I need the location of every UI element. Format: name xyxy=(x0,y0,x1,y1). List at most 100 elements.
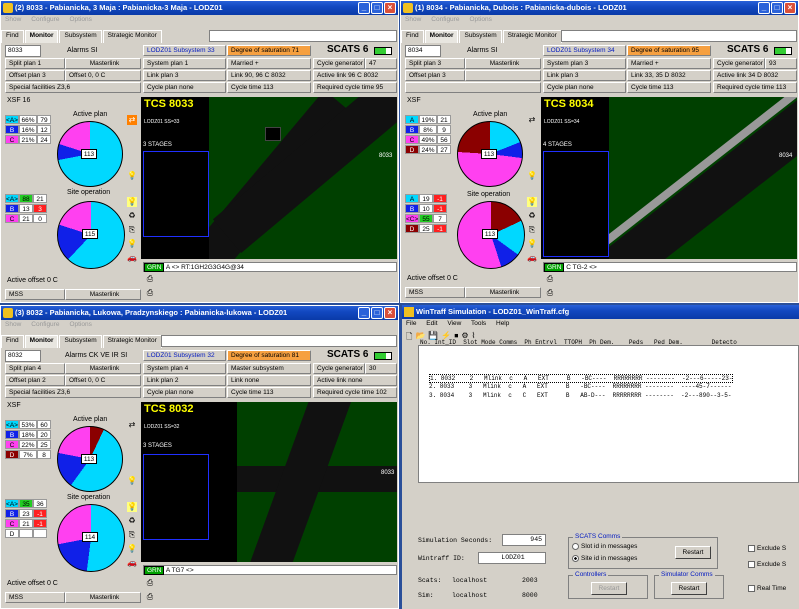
masterlink2[interactable]: Masterlink xyxy=(65,592,141,603)
maximize-button[interactable]: □ xyxy=(371,2,383,14)
menu-show[interactable]: Show xyxy=(5,321,21,328)
checkbox-icon[interactable] xyxy=(748,545,755,552)
restart-button[interactable]: Restart xyxy=(591,582,627,595)
copy-icon[interactable]: ⎘ xyxy=(527,225,537,235)
toggle-icon[interactable]: ⇄ xyxy=(127,115,137,125)
site-combo[interactable] xyxy=(561,30,797,42)
tab-find[interactable]: Find xyxy=(401,30,424,43)
site-select[interactable]: 8032 xyxy=(5,350,41,362)
copy-icon[interactable]: ⎘ xyxy=(127,530,137,540)
tab-strategic[interactable]: Strategic Monitor xyxy=(502,30,562,43)
list-row[interactable]: 1. 8032 2 Mlink c A EXT B -BC---- RRRRRR… xyxy=(429,374,734,383)
radio-icon[interactable] xyxy=(572,555,579,562)
close-button[interactable]: × xyxy=(384,2,396,14)
realtime-check[interactable]: Real Time xyxy=(748,585,786,592)
bulb-icon[interactable]: 💡 xyxy=(527,239,537,249)
site-select[interactable]: 8034 xyxy=(405,45,441,57)
menu-show[interactable]: Show xyxy=(5,16,21,23)
new-icon[interactable]: 🗋 xyxy=(406,331,412,343)
radio-icon[interactable] xyxy=(572,543,579,550)
car-icon[interactable]: 🚗 xyxy=(127,253,137,263)
minimize-button[interactable]: _ xyxy=(758,2,770,14)
site-combo[interactable] xyxy=(209,30,397,42)
tcs-title: TCS 8032 xyxy=(144,403,194,415)
tab-find[interactable]: Find xyxy=(1,335,24,348)
recycle-icon[interactable]: ♻ xyxy=(127,211,137,221)
menu-tools[interactable]: Tools xyxy=(471,320,486,327)
offset-plan: Offset plan 2 xyxy=(5,375,65,386)
menu-configure[interactable]: Configure xyxy=(431,16,459,23)
print-icon[interactable]: ⎙ xyxy=(545,288,555,298)
bulb-icon[interactable]: 💡 xyxy=(127,197,137,207)
print-icon[interactable]: ⎙ xyxy=(145,288,155,298)
tab-subsystem[interactable]: Subsystem xyxy=(59,30,102,43)
checkbox-icon[interactable] xyxy=(748,585,755,592)
restart-button[interactable]: Restart xyxy=(675,546,711,559)
intersection-list[interactable]: 1. 8032 2 Mlink c A EXT B -BC---- RRRRRR… xyxy=(418,345,799,483)
minimize-button[interactable]: _ xyxy=(358,307,370,319)
bulb-icon[interactable]: 💡 xyxy=(127,544,137,554)
site-id-option[interactable]: Site id in messages xyxy=(572,555,637,562)
close-button[interactable]: × xyxy=(384,307,396,319)
bulb-icon[interactable]: 💡 xyxy=(127,239,137,249)
list-row[interactable]: 2. 8033 3 Mlink c A EXT B -BC---- RRRRRR… xyxy=(429,383,731,390)
menu-options[interactable]: Options xyxy=(69,321,91,328)
masterlink-btn[interactable]: Masterlink xyxy=(65,363,141,374)
masterlink2[interactable]: Masterlink xyxy=(465,287,541,298)
list-row[interactable]: 3. 8034 3 Mlink c C EXT B AB-D--- RRRRRR… xyxy=(429,392,731,399)
slot-id-option[interactable]: Slot id in messages xyxy=(572,543,637,550)
toggle-icon[interactable]: ⇄ xyxy=(527,115,537,125)
tab-subsystem[interactable]: Subsystem xyxy=(459,30,502,43)
mss-btn[interactable]: MSS xyxy=(5,289,65,300)
sim-seconds-field[interactable]: 945 xyxy=(502,534,546,546)
wintraff-field[interactable]: LODZ01 xyxy=(478,552,546,564)
print-icon[interactable]: ⎙ xyxy=(545,274,555,284)
menu-options[interactable]: Options xyxy=(469,16,491,23)
bulb-icon[interactable]: 💡 xyxy=(527,171,537,181)
print-icon[interactable]: ⎙ xyxy=(145,592,155,602)
print-icon[interactable]: ⎙ xyxy=(145,578,155,588)
masterlink-btn[interactable]: Masterlink xyxy=(465,58,541,69)
masterlink-btn[interactable]: Masterlink xyxy=(65,58,141,69)
close-button[interactable]: × xyxy=(784,2,796,14)
exclude-check-2[interactable]: Exclude S xyxy=(748,561,786,568)
recycle-icon[interactable]: ♻ xyxy=(127,516,137,526)
copy-icon[interactable]: ⎘ xyxy=(127,225,137,235)
mss-btn[interactable]: MSS xyxy=(405,287,465,298)
car-icon[interactable]: 🚗 xyxy=(127,558,137,568)
car-icon[interactable]: 🚗 xyxy=(527,253,537,263)
menu-file[interactable]: File xyxy=(406,320,416,327)
tab-monitor[interactable]: Monitor xyxy=(424,30,459,43)
bulb-icon[interactable]: 💡 xyxy=(127,476,137,486)
restart-button[interactable]: Restart xyxy=(671,582,707,595)
site-combo[interactable] xyxy=(161,335,397,347)
site-select[interactable]: 8033 xyxy=(5,45,41,57)
menu-configure[interactable]: Configure xyxy=(31,16,59,23)
menu-help[interactable]: Help xyxy=(496,320,509,327)
bulb-icon[interactable]: 💡 xyxy=(127,502,137,512)
checkbox-icon[interactable] xyxy=(748,561,755,568)
tab-find[interactable]: Find xyxy=(1,30,24,43)
exclude-check-1[interactable]: Exclude S xyxy=(748,545,786,552)
tab-monitor[interactable]: Monitor xyxy=(24,335,59,348)
maximize-button[interactable]: □ xyxy=(771,2,783,14)
masterlink2[interactable]: Masterlink xyxy=(65,289,141,300)
bulb-icon[interactable]: 💡 xyxy=(127,171,137,181)
menu-configure[interactable]: Configure xyxy=(31,321,59,328)
menu-options[interactable]: Options xyxy=(69,16,91,23)
tab-subsystem[interactable]: Subsystem xyxy=(59,335,102,348)
mss-btn[interactable]: MSS xyxy=(5,592,65,603)
menu-show[interactable]: Show xyxy=(405,16,421,23)
toggle-icon[interactable]: ⇄ xyxy=(127,420,137,430)
tab-strategic[interactable]: Strategic Monitor xyxy=(102,335,162,348)
maximize-button[interactable]: □ xyxy=(371,307,383,319)
bulb-icon[interactable]: 💡 xyxy=(527,197,537,207)
print-icon[interactable]: ⎙ xyxy=(145,274,155,284)
tab-strategic[interactable]: Strategic Monitor xyxy=(102,30,162,43)
sim-host: localhost xyxy=(452,592,488,599)
menu-view[interactable]: View xyxy=(447,320,461,327)
recycle-icon[interactable]: ♻ xyxy=(527,211,537,221)
menu-edit[interactable]: Edit xyxy=(426,320,437,327)
minimize-button[interactable]: _ xyxy=(358,2,370,14)
tab-monitor[interactable]: Monitor xyxy=(24,30,59,43)
